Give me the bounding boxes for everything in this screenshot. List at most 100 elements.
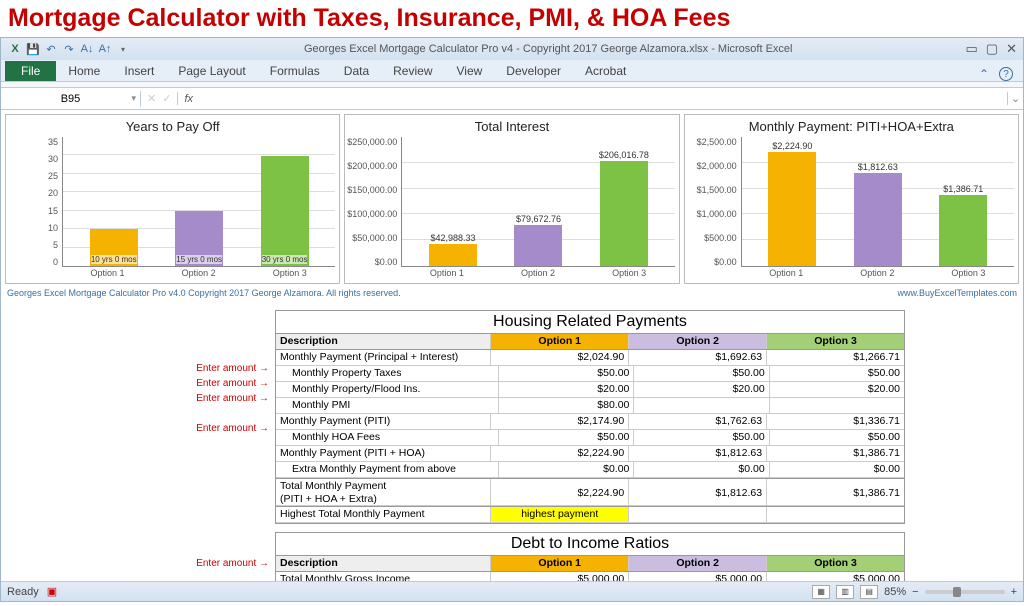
cell-value[interactable]: $0.00 (770, 462, 904, 477)
header-option: Option 3 (767, 556, 904, 571)
minimize-icon[interactable]: ▭ (966, 41, 978, 57)
redo-icon[interactable]: ↷ (61, 41, 77, 57)
cell-value[interactable] (770, 398, 904, 413)
zoom-level[interactable]: 85% (884, 586, 906, 598)
tab-home[interactable]: Home (56, 61, 112, 81)
cell-value (767, 507, 904, 522)
chart-2[interactable]: Total Interest$250,000.00$200,000.00$150… (344, 114, 679, 284)
tab-review[interactable]: Review (381, 61, 444, 81)
cell-value[interactable]: $20.00 (499, 382, 634, 397)
minimize-ribbon-icon[interactable]: ⌃ (979, 67, 989, 81)
cell-value[interactable]: $50.00 (770, 430, 904, 445)
cancel-formula-icon[interactable]: ✕ (147, 92, 156, 105)
qat-dropdown-icon[interactable]: ▾ (115, 41, 131, 57)
bar-col: $206,016.78 (581, 150, 666, 266)
cell-value[interactable]: $1,386.71 (767, 446, 904, 461)
tab-developer[interactable]: Developer (494, 61, 573, 81)
table-row[interactable]: Monthly HOA Fees$50.00$50.00$50.00 (276, 430, 904, 446)
chart-1[interactable]: Years to Pay Off3530252015105010 yrs 0 m… (5, 114, 340, 284)
cell-value[interactable]: $50.00 (634, 366, 769, 381)
header-desc: Description (276, 334, 491, 349)
sort-desc-icon[interactable]: A↑ (97, 41, 113, 57)
tab-data[interactable]: Data (332, 61, 381, 81)
cell-value[interactable] (634, 398, 769, 413)
table-header: DescriptionOption 1Option 2Option 3 (276, 555, 904, 572)
cell-value[interactable]: $80.00 (499, 398, 634, 413)
undo-icon[interactable]: ↶ (43, 41, 59, 57)
cell-value[interactable]: $1,692.63 (629, 350, 767, 365)
table-title: Housing Related Payments (276, 311, 904, 333)
restore-icon[interactable]: ▢ (986, 41, 998, 57)
cell-value[interactable]: $2,224.90 (491, 446, 629, 461)
header-option: Option 2 (629, 334, 767, 349)
cell-value[interactable]: $5,000.00 (767, 572, 904, 581)
name-box[interactable]: B95 (1, 91, 141, 107)
cell-value[interactable]: $50.00 (634, 430, 769, 445)
formula-bar-row: B95 ✕ ✓ fx ⌄ (1, 88, 1023, 110)
table-row-highest[interactable]: Highest Total Monthly Paymenthighest pay… (276, 506, 904, 523)
chart-3[interactable]: Monthly Payment: PITI+HOA+Extra$2,500.00… (684, 114, 1019, 284)
cell-desc: Monthly Property Taxes (276, 366, 499, 381)
cell-value[interactable]: $1,762.63 (629, 414, 767, 429)
enter-formula-icon[interactable]: ✓ (162, 92, 171, 105)
tab-view[interactable]: View (445, 61, 495, 81)
tab-page-layout[interactable]: Page Layout (166, 61, 257, 81)
data-label: $206,016.78 (599, 150, 649, 160)
zoom-slider[interactable] (925, 590, 1005, 594)
tab-formulas[interactable]: Formulas (258, 61, 332, 81)
cell-value[interactable]: $50.00 (499, 366, 634, 381)
zoom-thumb[interactable] (953, 587, 961, 597)
fx-icon[interactable]: fx (178, 93, 199, 105)
table-row[interactable]: Monthly PMI$80.00 (276, 398, 904, 414)
cell-value[interactable]: $1,336.71 (767, 414, 904, 429)
cell-value[interactable]: $50.00 (770, 366, 904, 381)
close-icon[interactable]: ✕ (1006, 41, 1017, 57)
zoom-out-icon[interactable]: − (912, 586, 918, 598)
table-row[interactable]: Total Monthly Gross Income$5,000.00$5,00… (276, 572, 904, 581)
cell-desc: Total Monthly Gross Income (276, 572, 491, 581)
page-heading: Mortgage Calculator with Taxes, Insuranc… (0, 0, 1024, 37)
cell-value[interactable]: $0.00 (634, 462, 769, 477)
plot-area: $2,224.90$1,812.63$1,386.71 (741, 137, 1014, 267)
cell-value[interactable]: $5,000.00 (629, 572, 767, 581)
help-icon[interactable]: ? (999, 67, 1013, 81)
ribbon-tabs: File Home Insert Page Layout Formulas Da… (1, 60, 1023, 82)
table-row[interactable]: Monthly Payment (PITI)$2,174.90$1,762.63… (276, 414, 904, 430)
data-label: 30 yrs 0 mos (262, 255, 308, 264)
file-tab[interactable]: File (5, 61, 56, 81)
sort-asc-icon[interactable]: A↓ (79, 41, 95, 57)
expand-formula-bar-icon[interactable]: ⌄ (1007, 92, 1023, 105)
save-icon[interactable]: 💾 (25, 41, 41, 57)
table-row[interactable]: Extra Monthly Payment from above$0.00$0.… (276, 462, 904, 478)
view-page-break-icon[interactable]: ▤ (860, 585, 878, 599)
view-normal-icon[interactable]: ▦ (812, 585, 830, 599)
table-row[interactable]: Monthly Property Taxes$50.00$50.00$50.00 (276, 366, 904, 382)
formula-bar[interactable] (199, 88, 1007, 109)
header-option: Option 3 (767, 334, 904, 349)
cell-value[interactable]: $0.00 (499, 462, 634, 477)
view-page-layout-icon[interactable]: ▥ (836, 585, 854, 599)
cell-value[interactable]: $1,266.71 (767, 350, 904, 365)
enter-amount-label (119, 406, 269, 421)
zoom-in-icon[interactable]: + (1011, 586, 1017, 598)
cell-value[interactable]: $50.00 (499, 430, 634, 445)
worksheet-area[interactable]: Years to Pay Off3530252015105010 yrs 0 m… (1, 110, 1023, 581)
bar (429, 244, 477, 266)
cell-value[interactable]: $20.00 (634, 382, 769, 397)
record-macro-icon[interactable]: ▣ (47, 585, 57, 598)
cell-value[interactable]: $20.00 (770, 382, 904, 397)
enter-amount-label: Enter amount → (119, 361, 269, 376)
enter-amount-label (119, 436, 269, 451)
table-row-total[interactable]: Total Monthly Payment (PITI + HOA + Extr… (276, 478, 904, 506)
table-row[interactable]: Monthly Payment (PITI + HOA)$2,224.90$1,… (276, 446, 904, 462)
table-row[interactable]: Monthly Property/Flood Ins.$20.00$20.00$… (276, 382, 904, 398)
cell-value[interactable]: $2,174.90 (491, 414, 629, 429)
cell-value[interactable]: $2,024.90 (491, 350, 629, 365)
cell-value[interactable]: $1,812.63 (629, 446, 767, 461)
table-row[interactable]: Monthly Payment (Principal + Interest)$2… (276, 350, 904, 366)
chart-title: Monthly Payment: PITI+HOA+Extra (689, 119, 1014, 137)
credits-left: Georges Excel Mortgage Calculator Pro v4… (7, 288, 401, 298)
tab-acrobat[interactable]: Acrobat (573, 61, 638, 81)
cell-value[interactable]: $5,000.00 (491, 572, 629, 581)
tab-insert[interactable]: Insert (112, 61, 166, 81)
